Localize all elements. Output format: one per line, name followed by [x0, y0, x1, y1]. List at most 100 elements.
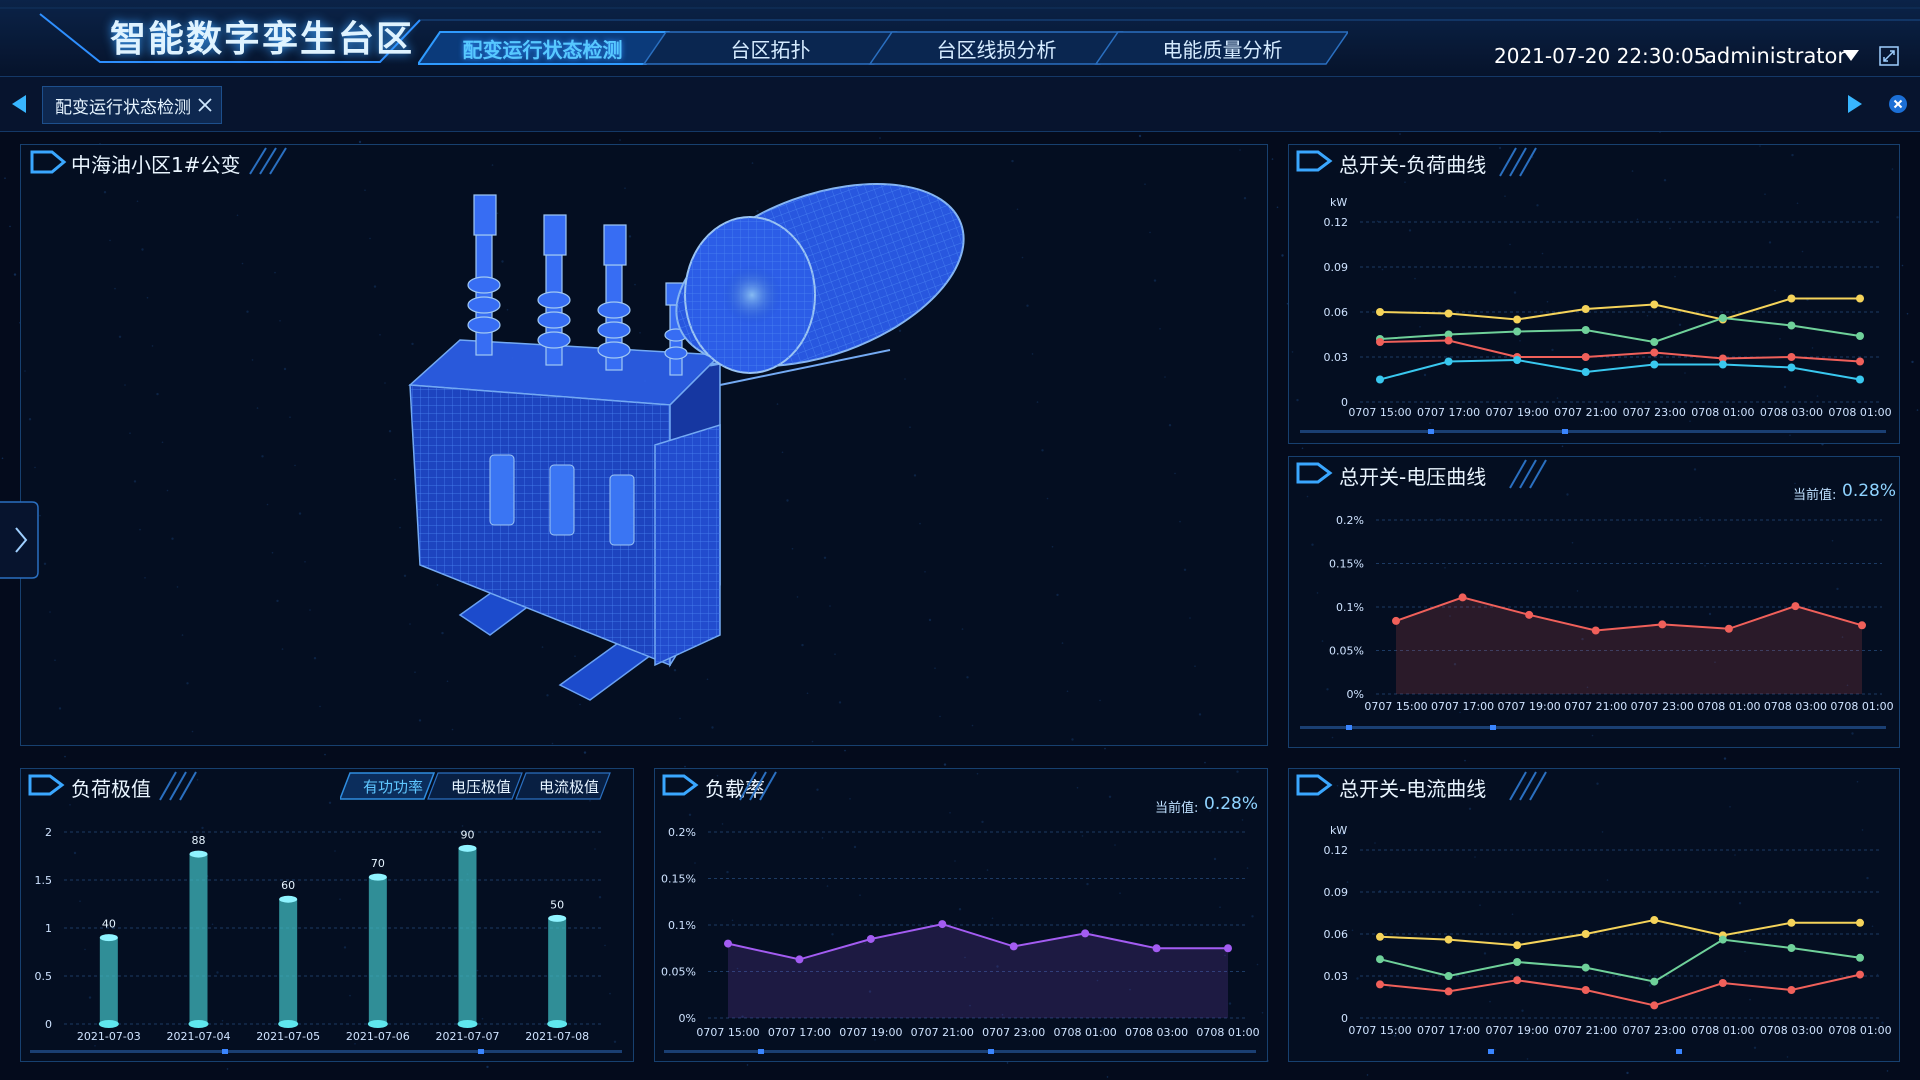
data-point: [1718, 979, 1727, 987]
datetime: 2021-07-20 22:30:05: [1494, 44, 1707, 68]
transformer-3d-model[interactable]: [380, 165, 1000, 725]
bg-dot: [844, 749, 846, 752]
fullscreen-icon[interactable]: [1879, 46, 1899, 66]
bg-dot: [1138, 134, 1142, 138]
close-all-icon[interactable]: [1888, 94, 1908, 114]
data-point: [1513, 327, 1522, 336]
x-tick-label: 0708 01:00: [1828, 406, 1891, 419]
panel-stripes: [249, 147, 287, 175]
load-extreme-chart[interactable]: 0 0.5 1 1.5 2 2021-07-03 2021-07-04 2021-07-05 2…: [22, 810, 630, 1048]
y-tick-label: 0: [1341, 1012, 1348, 1025]
open-tab-distribution-status[interactable]: 配变运行状态检测: [42, 86, 222, 124]
data-point: [866, 934, 875, 943]
x-tick-label: 0708 03:00: [1760, 1024, 1823, 1037]
x-tick-label: 0707 23:00: [1623, 1024, 1686, 1037]
load-rate-chart[interactable]: 0% 0.05% 0.1% 0.15% 0.2% 0707 15:00 0707 17:00…: [656, 814, 1264, 1048]
bar-cap: [189, 850, 208, 858]
bg-dot: [1911, 360, 1914, 364]
bar-base: [98, 1020, 119, 1028]
user-menu[interactable]: administrator: [1704, 44, 1846, 68]
x-tick-label: 0707 21:00: [1564, 700, 1627, 713]
data-point: [1718, 314, 1727, 322]
panel-marker-icon: [30, 150, 67, 174]
y-tick-label: 0%: [679, 1012, 696, 1025]
bar-base: [547, 1020, 568, 1028]
bar-data-label: 90: [461, 828, 475, 841]
bg-dot: [1271, 158, 1274, 160]
bg-dot: [1204, 761, 1206, 764]
bg-dot: [583, 751, 587, 754]
bg-dot: [1, 457, 4, 460]
y-tick-label: 0.09: [1324, 261, 1349, 274]
bar-cap: [548, 914, 567, 922]
bg-dot: [1104, 747, 1106, 750]
x-tick-label: 0708 01:00: [1830, 700, 1893, 713]
y-tick-label: 0.1%: [668, 919, 696, 932]
data-point: [1152, 944, 1161, 953]
bar: [548, 918, 567, 1024]
bar-cap: [279, 895, 298, 903]
data-point: [1581, 305, 1590, 313]
tab-topology[interactable]: 台区拓扑: [658, 32, 883, 64]
y-tick-label: 0: [45, 1018, 52, 1031]
x-tick-label: 0707 15:00: [1348, 1024, 1411, 1037]
bg-dot: [1106, 1076, 1109, 1078]
data-point: [795, 955, 804, 964]
data-point: [1081, 929, 1090, 938]
x-tick-label: 2021-07-07: [436, 1030, 500, 1043]
x-tick-label: 0708 01:00: [1828, 1024, 1891, 1037]
expand-drawer-button[interactable]: [0, 500, 40, 580]
bg-dot: [1006, 1062, 1009, 1064]
bar: [99, 937, 118, 1024]
data-point: [1787, 986, 1796, 994]
data-point: [1376, 955, 1384, 964]
data-point: [1650, 916, 1659, 924]
series-line: [1379, 297, 1860, 321]
data-point: [1376, 980, 1384, 989]
tab-voltage-extreme[interactable]: 电压极值: [438, 773, 524, 799]
scroll-right-icon[interactable]: [1846, 94, 1864, 114]
x-tick-label: 0707 19:00: [1498, 700, 1561, 713]
y-tick-label: 0.05%: [1329, 645, 1364, 658]
voltage-curve-chart[interactable]: 0% 0.05% 0.1% 0.15% 0.2% 0707 15:00 0707 17:00…: [1290, 500, 1896, 722]
chevron-down-icon[interactable]: [1843, 50, 1859, 62]
y-tick-label: 0.06: [1324, 928, 1349, 941]
data-point: [1650, 360, 1659, 369]
bg-dot: [943, 763, 947, 766]
tab-line-loss[interactable]: 台区线损分析: [884, 32, 1109, 64]
data-point: [1787, 294, 1796, 303]
x-tick-label: 0707 21:00: [1554, 1024, 1617, 1037]
x-tick-label: 0707 19:00: [839, 1026, 902, 1039]
y-tick-label: 0.12: [1324, 216, 1349, 229]
bar: [279, 899, 298, 1024]
bg-dot: [226, 1068, 229, 1070]
x-tick-label: 0707 23:00: [1623, 406, 1686, 419]
x-tick-label: 0708 03:00: [1760, 406, 1823, 419]
current-curve-chart[interactable]: 0 0.03 0.06 0.09 0.12 kW 0707 15:00 0707 17:00 0…: [1290, 814, 1896, 1046]
x-tick-label: 0707 15:00: [696, 1026, 759, 1039]
x-tick-label: 2021-07-08: [525, 1030, 589, 1043]
y-tick-label: 0.1%: [1336, 601, 1364, 614]
data-point: [1376, 375, 1384, 384]
bg-dot: [1886, 1070, 1889, 1072]
close-icon[interactable]: [197, 97, 213, 113]
data-point: [1444, 336, 1453, 345]
tab-distribution-status[interactable]: 配变运行状态检测: [430, 32, 655, 64]
data-point: [1513, 941, 1522, 950]
bg-dot: [486, 1065, 489, 1069]
tab-current-extreme[interactable]: 电流极值: [526, 773, 612, 799]
data-point: [1650, 1001, 1659, 1010]
scroll-left-icon[interactable]: [10, 94, 28, 114]
data-point: [1724, 624, 1733, 633]
data-point: [1444, 972, 1453, 980]
x-tick-label: 0707 19:00: [1486, 406, 1549, 419]
data-point: [1444, 935, 1453, 944]
data-point: [1650, 300, 1659, 309]
x-tick-label: 2021-07-04: [167, 1030, 231, 1043]
load-curve-chart[interactable]: 0 0.03 0.06 0.09 0.12 kW 0707 15:00 0707 17:00 0…: [1290, 190, 1896, 426]
data-point: [1513, 315, 1522, 324]
tab-active-power[interactable]: 有功功率: [350, 773, 436, 799]
tab-power-quality[interactable]: 电能质量分析: [1110, 32, 1335, 64]
series-line: [1379, 316, 1861, 344]
data-point: [1581, 353, 1590, 361]
